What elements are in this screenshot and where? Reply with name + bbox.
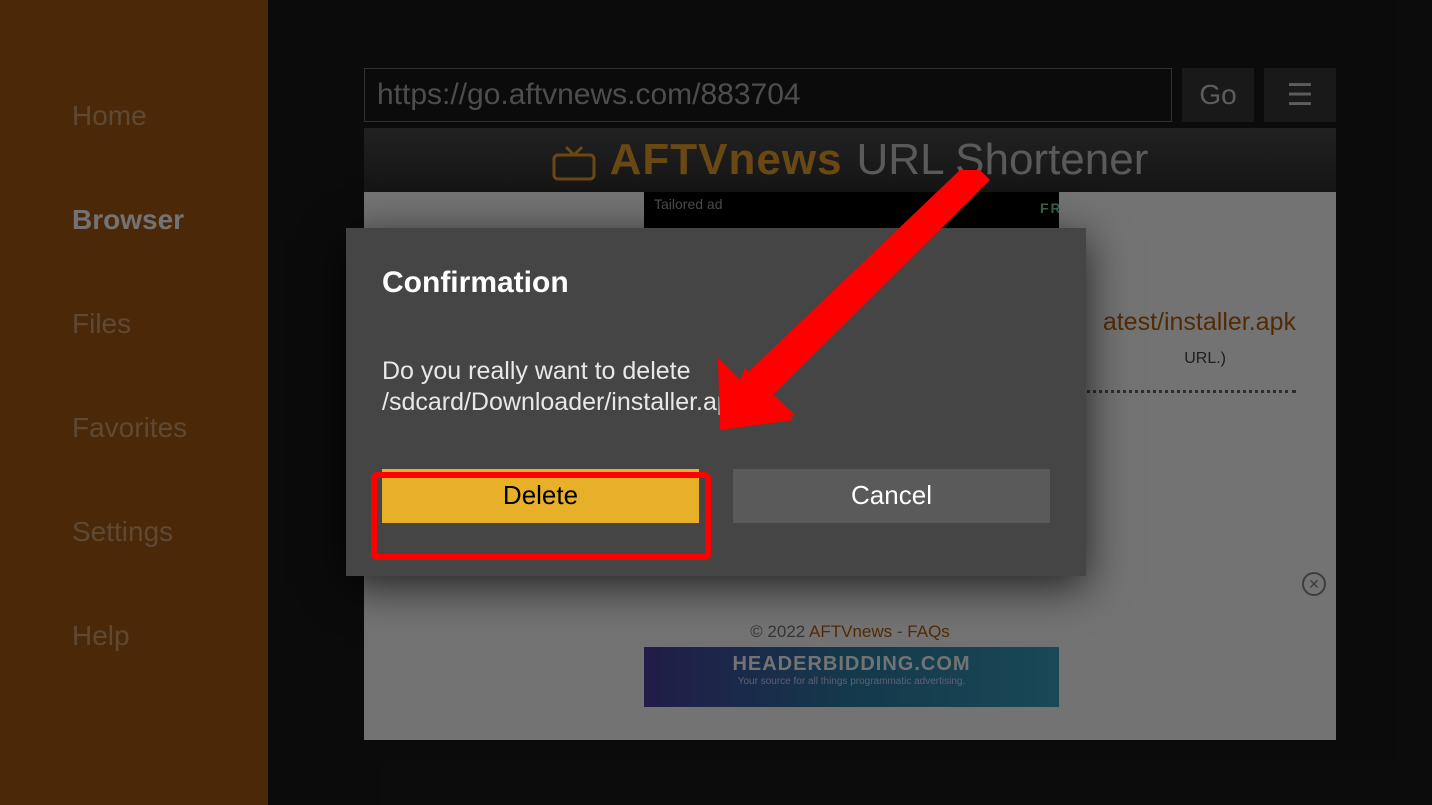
cancel-button[interactable]: Cancel bbox=[733, 469, 1050, 523]
confirmation-dialog: Confirmation Do you really want to delet… bbox=[346, 228, 1086, 576]
dialog-message: Do you really want to delete /sdcard/Dow… bbox=[382, 356, 1050, 419]
dialog-buttons: Delete Cancel bbox=[382, 469, 1050, 523]
delete-button[interactable]: Delete bbox=[382, 469, 699, 523]
dialog-title: Confirmation bbox=[382, 266, 1050, 300]
